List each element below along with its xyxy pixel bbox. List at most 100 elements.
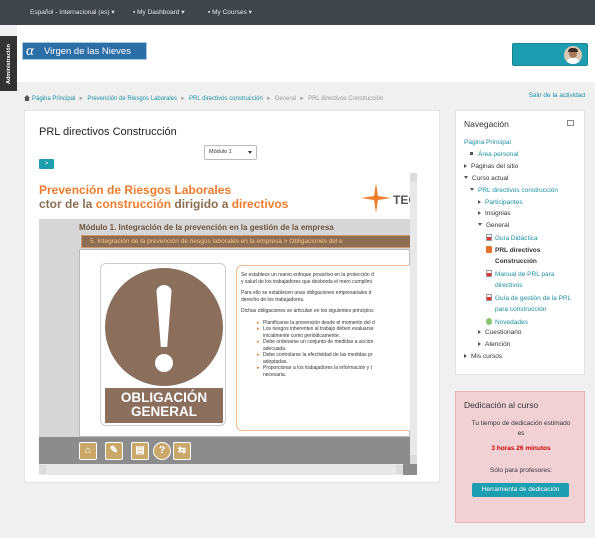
book-icon	[486, 246, 492, 254]
nav-item[interactable]: para construcción	[486, 306, 546, 314]
slide-toolbar: ⌂ ✎ ▤ ? ⇆	[39, 437, 410, 464]
dedication-block: Dedicación al curso Tu tiempo de dedicac…	[455, 391, 585, 523]
slide-bullet: Debe ordenarse un conjunto de medidas a …	[257, 339, 410, 352]
scroll-left-icon[interactable]	[39, 465, 46, 474]
nav-item-label: PRL directivos construcción	[478, 186, 558, 194]
nav-item[interactable]: PRL directivos construcción	[470, 187, 558, 195]
site-logo[interactable]: α Virgen de las Nieves	[22, 42, 147, 60]
section-heading-bar: 5. Integración de la prevención de riesg…	[81, 235, 410, 248]
exclamation-icon	[105, 268, 223, 386]
slide-subtitle: ctor de la construcción dirigido a direc…	[39, 197, 289, 211]
breadcrumb-separator: ►	[265, 96, 272, 102]
expanded-arrow-icon	[464, 175, 468, 179]
collapsed-arrow-icon	[478, 342, 481, 347]
collapsed-arrow-icon	[478, 330, 481, 335]
collapsed-arrow-icon	[478, 211, 481, 216]
breadcrumb-course[interactable]: PRL directivos construcción	[189, 96, 263, 102]
nav-item-label: Área personal	[478, 150, 519, 158]
slide-paragraph: Dichas obligaciones se articulan en los …	[241, 308, 374, 314]
slide-paragraph: Para ello se establecen unas obligacione…	[241, 290, 372, 303]
nav-item-label: Participantes	[485, 198, 523, 206]
tec-logo-icon	[361, 183, 391, 213]
forum-icon	[486, 317, 492, 325]
nav-item-label: Guía de gestión de la PRL	[495, 294, 572, 302]
pdf-icon	[486, 269, 492, 277]
nav-item-label: Novedades	[495, 318, 528, 326]
nav-item[interactable]: Página Principal	[464, 139, 511, 147]
logo-text: Virgen de las Nieves	[44, 46, 131, 57]
nav-item[interactable]: Área personal	[470, 151, 518, 159]
slide-banner: Prevención de Riesgos Laborales ctor de …	[39, 173, 410, 219]
dashboard-label: My Dashboard	[137, 9, 180, 16]
nav-item[interactable]: Páginas del sitio	[464, 163, 518, 171]
nav-item[interactable]: Cuestionario	[478, 329, 522, 337]
nav-item[interactable]: Guía de gestión de la PRL	[486, 293, 572, 303]
dedication-tool-button[interactable]: Herramienta de dedicación	[472, 483, 569, 497]
dedication-time: 3 horas 26 minutos	[491, 445, 551, 452]
breadcrumb-separator: ►	[78, 96, 85, 102]
dock-icon[interactable]	[567, 120, 574, 126]
scroll-right-icon[interactable]	[396, 465, 403, 474]
module-select[interactable]: Módulo 1	[204, 145, 257, 160]
exit-tool-icon[interactable]: ⇆	[173, 442, 191, 460]
nav-item-label: Atención	[485, 341, 511, 349]
nav-item-label: directivos	[495, 281, 523, 289]
dashboard-icon: ▪	[133, 9, 136, 16]
nav-item[interactable]: Novedades	[486, 317, 528, 327]
nav-item[interactable]: General	[478, 222, 509, 230]
nav-item[interactable]: PRL directivos	[486, 246, 540, 255]
module-select-value: Módulo 1	[209, 149, 232, 155]
nav-item[interactable]: Participantes	[478, 199, 523, 207]
nav-item-label: Mis cursos	[471, 353, 503, 361]
breadcrumb-category[interactable]: Prevención de Riesgos Laborales	[87, 96, 177, 102]
nav-item[interactable]: Guía Didáctica	[486, 234, 538, 243]
admin-tab[interactable]: Administración	[0, 36, 17, 91]
slide-paragraph: Se establece un nuevo enfoque proactivo …	[241, 272, 374, 285]
nav-item[interactable]: Atención	[478, 341, 510, 349]
viewer-vertical-scrollbar[interactable]	[410, 173, 417, 464]
scorm-viewer[interactable]: Prevención de Riesgos Laborales ctor de …	[39, 173, 417, 475]
scroll-down-icon[interactable]	[410, 455, 417, 464]
nav-item[interactable]: Mis cursos	[464, 353, 502, 361]
estimate-label-2: es	[517, 430, 525, 437]
navigation-block: Navegación Página Principal Área personal…	[455, 110, 585, 375]
courses-menu[interactable]: ▪ My Courses ▾	[208, 8, 252, 16]
nav-item-label: Páginas del sitio	[471, 162, 519, 170]
caret-down-icon	[248, 151, 252, 154]
nav-item[interactable]: Manual de PRL para	[486, 269, 555, 279]
nav-item[interactable]: Insignias	[478, 210, 511, 218]
home-icon	[24, 95, 30, 101]
nav-item-label: Cuestionario	[485, 329, 522, 337]
home-tool-icon[interactable]: ⌂	[79, 442, 97, 460]
nav-item-label: Manual de PRL para	[495, 270, 555, 278]
user-menu-button[interactable]	[512, 43, 588, 66]
viewer-horizontal-scrollbar[interactable]	[39, 464, 403, 475]
chevron-down-icon: ▾	[111, 9, 115, 16]
breadcrumb-current: PRL directivos Construcción	[308, 96, 384, 102]
chevron-down-icon: ▾	[248, 9, 252, 16]
scroll-up-icon[interactable]	[410, 173, 417, 182]
help-tool-icon[interactable]: ?	[153, 442, 171, 460]
exit-activity-link[interactable]: Salir de la actividad	[529, 92, 585, 99]
obligation-sign: OBLIGACIÓN GENERAL	[100, 263, 226, 426]
nav-item[interactable]: Curso actual	[464, 175, 509, 183]
language-menu[interactable]: Español - Internacional (es) ▾	[30, 8, 115, 16]
nav-item[interactable]: Construcción	[486, 258, 537, 266]
breadcrumb-separator: ►	[299, 96, 306, 102]
dashboard-menu[interactable]: ▪ My Dashboard ▾	[133, 8, 184, 16]
logo-alpha-icon: α	[26, 43, 34, 59]
section-heading: 5. Integración de la prevención de riesg…	[90, 238, 343, 245]
save-tool-icon[interactable]: ▤	[131, 442, 149, 460]
notes-tool-icon[interactable]: ✎	[105, 442, 123, 460]
nav-item-label: para construcción	[495, 305, 547, 313]
nav-item-label: Curso actual	[472, 174, 509, 182]
chevron-down-icon: ▾	[181, 9, 185, 16]
main-content: PRL directivos Construcción Módulo 1 > P…	[24, 110, 440, 483]
nav-item-label: Guía Didáctica	[495, 235, 538, 243]
breadcrumb: Página Principal ► Prevención de Riesgos L…	[24, 95, 383, 102]
nav-item[interactable]: directivos	[486, 282, 522, 290]
breadcrumb-home[interactable]: Página Principal	[32, 96, 75, 102]
tec-logo-text: TEC	[393, 193, 410, 207]
next-button[interactable]: >	[39, 159, 54, 169]
sign-label: OBLIGACIÓN GENERAL	[105, 388, 223, 423]
